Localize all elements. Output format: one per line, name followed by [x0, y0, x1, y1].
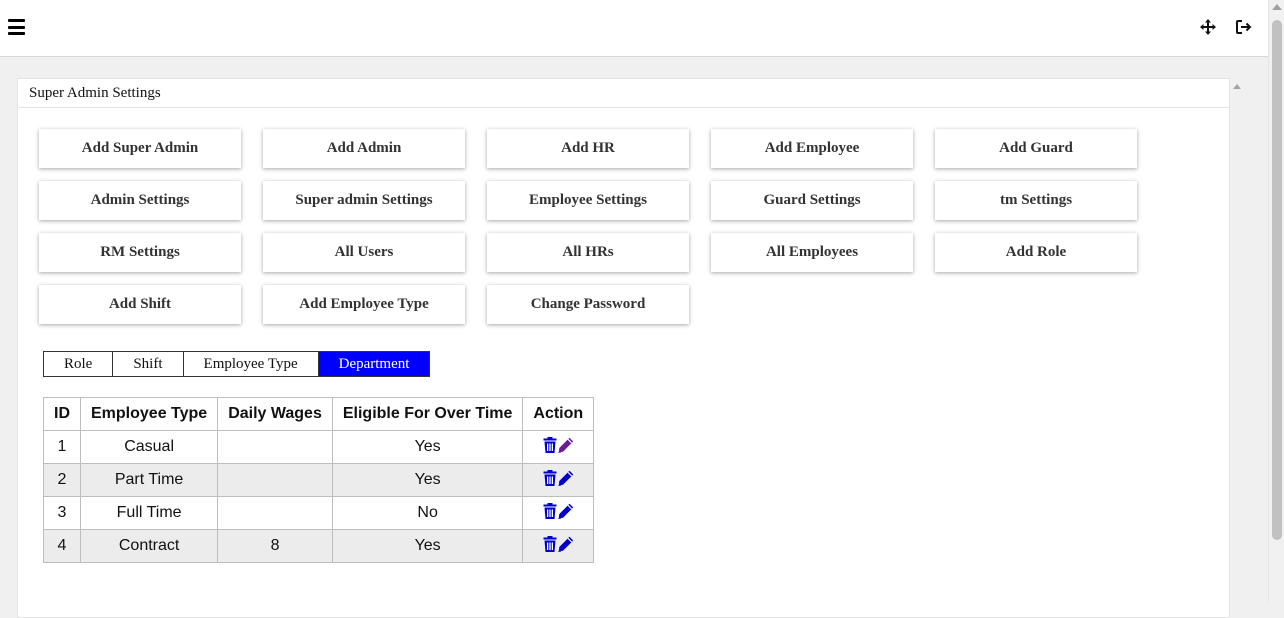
cell-overtime: Yes — [331, 463, 524, 497]
table-row: 4 Contract 8 Yes — [43, 529, 595, 563]
cell-overtime: No — [331, 496, 524, 530]
tm-settings-button[interactable]: tm Settings — [935, 181, 1137, 220]
cell-overtime: Yes — [331, 529, 524, 563]
scroll-up-arrow[interactable] — [1272, 4, 1282, 10]
cell-action — [522, 430, 595, 464]
add-employee-type-button[interactable]: Add Employee Type — [263, 285, 465, 324]
employee-settings-button[interactable]: Employee Settings — [487, 181, 689, 220]
all-hrs-button[interactable]: All HRs — [487, 233, 689, 272]
column-header-daily-wages: Daily Wages — [217, 397, 333, 431]
rm-settings-button[interactable]: RM Settings — [39, 233, 241, 272]
pencil-icon[interactable] — [557, 503, 574, 519]
page-scrollbar[interactable] — [1268, 0, 1284, 602]
cell-action — [522, 463, 595, 497]
change-password-button[interactable]: Change Password — [487, 285, 689, 324]
trash-icon[interactable] — [543, 436, 557, 453]
pencil-icon[interactable] — [557, 437, 574, 453]
all-users-button[interactable]: All Users — [263, 233, 465, 272]
add-role-button[interactable]: Add Role — [935, 233, 1137, 272]
cell-overtime: Yes — [331, 430, 524, 464]
cell-type: Full Time — [79, 496, 219, 530]
cell-type: Part Time — [79, 463, 219, 497]
tab-role[interactable]: Role — [43, 351, 114, 377]
cell-id: 3 — [43, 496, 81, 530]
cell-action — [522, 529, 595, 563]
trash-icon[interactable] — [543, 535, 557, 552]
column-header-action: Action — [522, 397, 595, 431]
panel-title: Super Admin Settings — [18, 79, 1229, 108]
cell-type: Contract — [79, 529, 219, 563]
column-header-employee-type: Employee Type — [79, 397, 219, 431]
trash-icon[interactable] — [543, 502, 557, 519]
add-employee-button[interactable]: Add Employee — [711, 129, 913, 168]
add-hr-button[interactable]: Add HR — [487, 129, 689, 168]
logout-icon[interactable] — [1235, 18, 1253, 36]
hamburger-icon[interactable] — [8, 19, 25, 35]
cell-type: Casual — [79, 430, 219, 464]
column-header-id: ID — [43, 397, 81, 431]
settings-panel: Super Admin Settings Add Super Admin Add … — [17, 78, 1230, 618]
column-header-eligible-for-over-time: Eligible For Over Time — [331, 397, 524, 431]
pencil-icon[interactable] — [557, 536, 574, 552]
cell-id: 2 — [43, 463, 81, 497]
super-admin-settings-button[interactable]: Super admin Settings — [263, 181, 465, 220]
add-admin-button[interactable]: Add Admin — [263, 129, 465, 168]
pencil-icon[interactable] — [557, 470, 574, 486]
cell-wages: 8 — [217, 529, 333, 563]
cell-action — [522, 496, 595, 530]
all-employees-button[interactable]: All Employees — [711, 233, 913, 272]
tab-bar: Role Shift Employee Type Department — [43, 351, 431, 377]
table-row: 3 Full Time No — [43, 496, 595, 530]
cell-id: 4 — [43, 529, 81, 563]
guard-settings-button[interactable]: Guard Settings — [711, 181, 913, 220]
tab-shift[interactable]: Shift — [112, 351, 184, 377]
cell-wages — [217, 463, 333, 497]
table-header-row: ID Employee Type Daily Wages Eligible For O… — [43, 397, 595, 431]
add-super-admin-button[interactable]: Add Super Admin — [39, 129, 241, 168]
scroll-thumb[interactable] — [1272, 20, 1282, 540]
top-bar — [0, 0, 1268, 57]
cell-wages — [217, 430, 333, 464]
employee-type-table: ID Employee Type Daily Wages Eligible For O… — [43, 397, 595, 563]
table-row: 1 Casual Yes — [43, 430, 595, 464]
add-guard-button[interactable]: Add Guard — [935, 129, 1137, 168]
table-body: 1 Casual Yes 2 Part Time Yes 3 Full Time No 4 Cont… — [43, 430, 595, 563]
admin-settings-button[interactable]: Admin Settings — [39, 181, 241, 220]
table-row: 2 Part Time Yes — [43, 463, 595, 497]
cell-wages — [217, 496, 333, 530]
panel-scroll-up-arrow[interactable] — [1233, 84, 1241, 89]
move-arrows-icon[interactable] — [1199, 18, 1217, 36]
cell-id: 1 — [43, 430, 81, 464]
trash-icon[interactable] — [543, 469, 557, 486]
add-shift-button[interactable]: Add Shift — [39, 285, 241, 324]
tab-department[interactable]: Department — [317, 351, 431, 377]
tab-employee-type[interactable]: Employee Type — [182, 351, 319, 377]
